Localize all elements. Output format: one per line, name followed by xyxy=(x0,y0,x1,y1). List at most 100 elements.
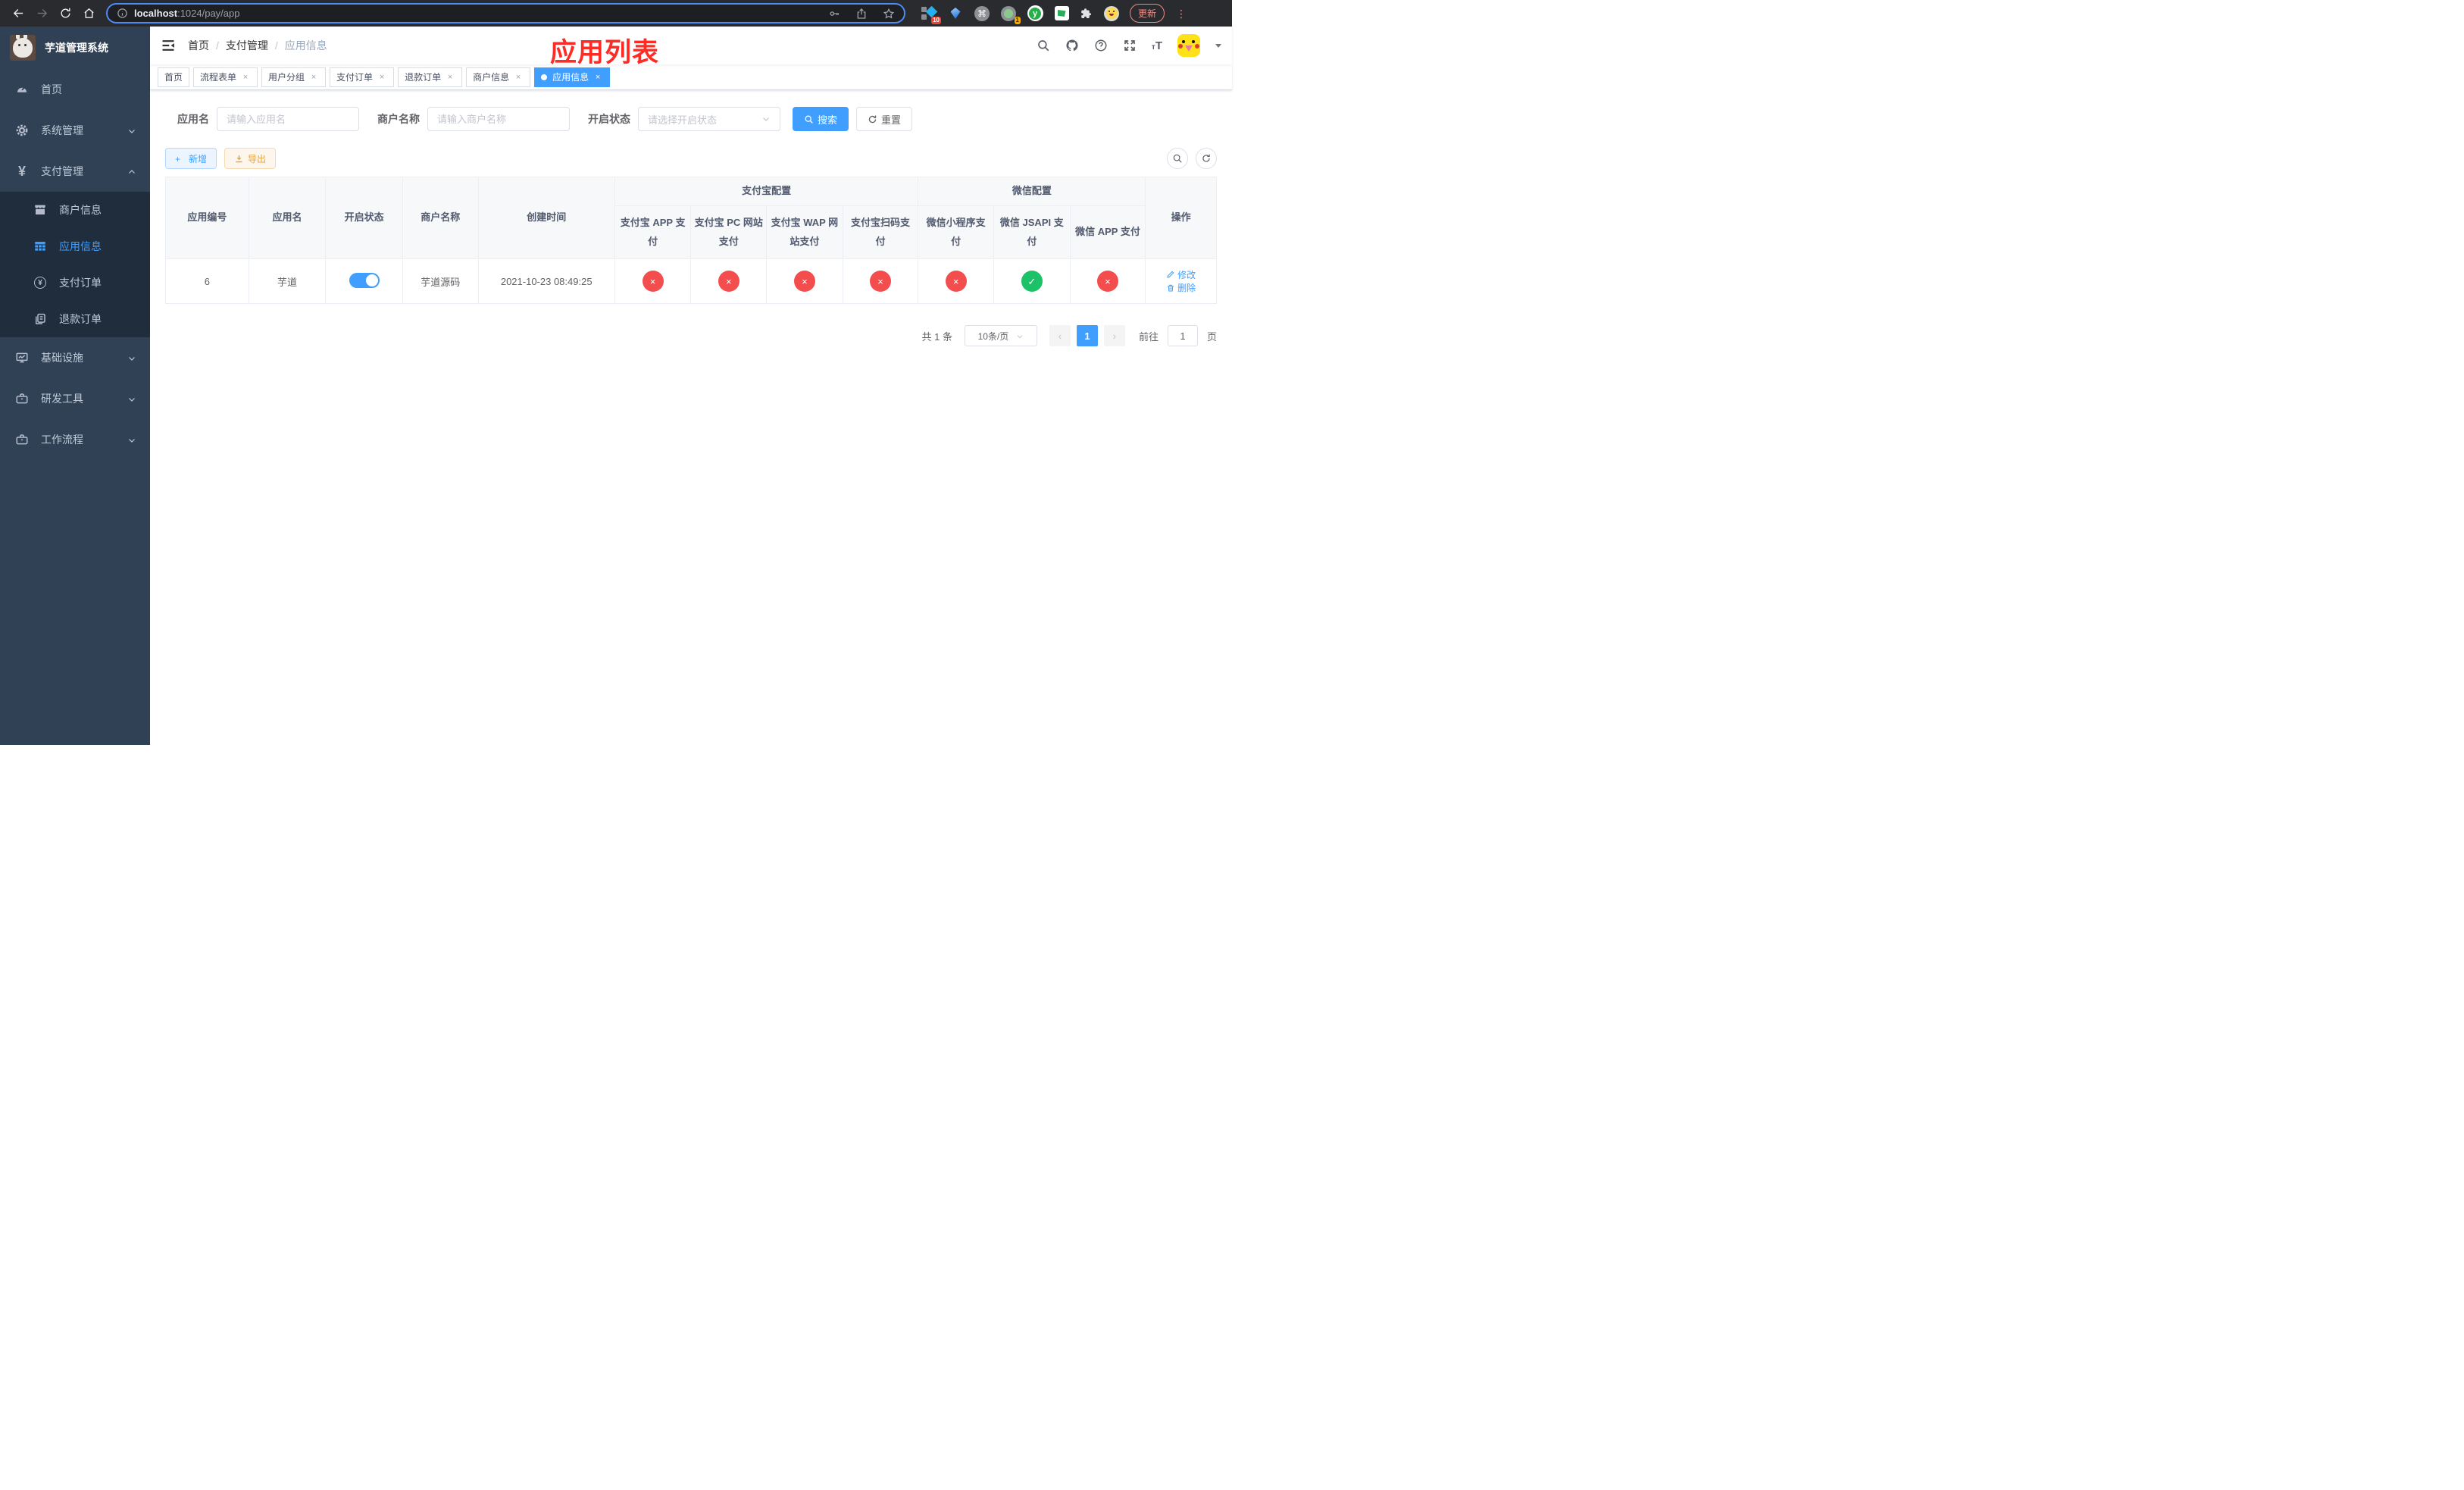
extensions-row: 10 ⌘ 1 y 更新 ⋮ xyxy=(921,4,1188,24)
update-button[interactable]: 更新 xyxy=(1130,4,1165,23)
app-logo[interactable]: 芋道管理系统 xyxy=(0,27,150,69)
breadcrumb-home[interactable]: 首页 xyxy=(188,38,209,53)
col-alipay-app: 支付宝 APP 支付 xyxy=(614,205,692,259)
export-button[interactable]: 导出 xyxy=(224,148,277,169)
sidebar-item-pay[interactable]: ¥ 支付管理 xyxy=(0,151,150,192)
close-icon[interactable]: × xyxy=(445,72,455,83)
toolbox-icon xyxy=(15,392,29,405)
next-page-button[interactable]: › xyxy=(1103,325,1125,346)
app-name-input[interactable] xyxy=(217,107,359,131)
tag-app-info[interactable]: 应用信息 × xyxy=(534,67,611,87)
site-info-icon[interactable] xyxy=(117,8,128,19)
extension-chat-icon[interactable] xyxy=(1053,5,1070,22)
address-bar[interactable]: localhost:1024/pay/app xyxy=(106,3,905,23)
enable-toggle[interactable] xyxy=(349,272,380,288)
forward-icon[interactable] xyxy=(36,7,48,20)
caret-down-icon[interactable] xyxy=(1215,43,1221,51)
status-badge-alipay-qr: × xyxy=(870,271,892,292)
sidebar-item-devtools[interactable]: 研发工具 xyxy=(0,378,150,419)
browser-profile-avatar[interactable] xyxy=(1103,5,1120,22)
close-icon[interactable]: × xyxy=(513,72,524,83)
sidebar-item-app-info[interactable]: 应用信息 xyxy=(0,228,150,265)
fullscreen-icon[interactable] xyxy=(1123,39,1137,52)
toggle-search-button[interactable] xyxy=(1167,148,1188,169)
table-row: 6 芋道 芋道源码 2021-10-23 08:49:25 × × × × × … xyxy=(165,258,1217,304)
home-icon[interactable] xyxy=(83,7,95,20)
app-title: 芋道管理系统 xyxy=(45,42,108,54)
sidebar-item-refund-order[interactable]: 退款订单 xyxy=(0,301,150,337)
user-avatar[interactable] xyxy=(1177,34,1200,57)
url-text[interactable]: localhost:1024/pay/app xyxy=(134,8,813,19)
monitor-chart-icon xyxy=(15,351,29,365)
tag-process-form[interactable]: 流程表单 × xyxy=(193,67,258,87)
extension-vue-icon[interactable]: y xyxy=(1027,5,1043,22)
delete-link[interactable]: 删除 xyxy=(1166,281,1196,294)
cell-actions: 修改 删除 xyxy=(1145,258,1217,304)
sidebar: 芋道管理系统 首页 系统管理 ¥ 支付管理 商户信息 应用信息 ¥ 支付订单 退… xyxy=(0,27,150,745)
chevron-down-icon xyxy=(127,435,136,444)
sidebar-item-workflow[interactable]: 工作流程 xyxy=(0,419,150,460)
app-table: 应用编号 应用名 开启状态 商户名称 创建时间 支付宝配置 微信配置 操作 支付… xyxy=(165,177,1217,304)
github-icon[interactable] xyxy=(1065,39,1079,52)
edit-icon xyxy=(1167,271,1174,278)
bookmark-star-icon[interactable] xyxy=(883,8,895,20)
fontsize-icon[interactable]: тT xyxy=(1152,40,1162,52)
password-key-icon[interactable] xyxy=(828,8,840,20)
refresh-table-button[interactable] xyxy=(1196,148,1217,169)
merchant-name-input[interactable] xyxy=(427,107,570,131)
menu-kebab-icon[interactable]: ⋮ xyxy=(1176,8,1187,19)
cell-app-name: 芋道 xyxy=(248,258,327,304)
tag-merchant-info[interactable]: 商户信息 × xyxy=(466,67,531,87)
search-icon[interactable] xyxy=(1037,39,1050,52)
edit-link[interactable]: 修改 xyxy=(1166,268,1196,281)
briefcase-icon xyxy=(15,433,29,446)
share-icon[interactable] xyxy=(855,8,868,20)
status-select[interactable]: 请选择开启状态 xyxy=(638,107,780,131)
extension-command-icon[interactable]: ⌘ xyxy=(974,5,990,22)
prev-page-button[interactable]: ‹ xyxy=(1049,325,1071,346)
extension-badge: 10 xyxy=(931,16,941,24)
extensions-puzzle-icon[interactable] xyxy=(1080,7,1093,20)
reload-icon[interactable] xyxy=(59,7,72,20)
hamburger-icon[interactable] xyxy=(161,38,176,53)
tag-refund-order[interactable]: 退款订单 × xyxy=(398,67,463,87)
tag-home[interactable]: 首页 xyxy=(158,67,190,87)
reset-button[interactable]: 重置 xyxy=(856,107,913,131)
table-toolbar: + 新增 导出 xyxy=(165,148,1217,169)
extension-recorder-icon[interactable]: 1 xyxy=(1000,5,1021,24)
sidebar-item-merchant-info[interactable]: 商户信息 xyxy=(0,192,150,228)
refresh-icon xyxy=(868,114,877,124)
sidebar-item-infra[interactable]: 基础设施 xyxy=(0,337,150,378)
sidebar-item-home[interactable]: 首页 xyxy=(0,69,150,110)
trash-icon xyxy=(1168,284,1174,291)
group-wechat-config: 微信配置 xyxy=(918,177,1146,206)
cell-merchant: 芋道源码 xyxy=(402,258,479,304)
close-icon[interactable]: × xyxy=(377,72,387,83)
search-icon xyxy=(804,114,814,124)
page-size-select[interactable]: 10条/页 xyxy=(964,325,1037,346)
page-suffix: 页 xyxy=(1206,330,1217,343)
tag-pay-order[interactable]: 支付订单 × xyxy=(330,67,395,87)
chevron-down-icon xyxy=(1016,332,1024,340)
extension-collection-icon[interactable]: 10 xyxy=(921,5,941,24)
browser-toolbar: localhost:1024/pay/app 10 ⌘ 1 y 更新 ⋮ xyxy=(0,0,1232,27)
sidebar-item-system[interactable]: 系统管理 xyxy=(0,110,150,151)
page-button-1[interactable]: 1 xyxy=(1076,325,1098,346)
logo-avatar xyxy=(10,35,36,61)
pay-submenu: 商户信息 应用信息 ¥ 支付订单 退款订单 xyxy=(0,192,150,337)
tag-user-group[interactable]: 用户分组 × xyxy=(261,67,327,87)
help-icon[interactable] xyxy=(1094,39,1108,52)
col-actions: 操作 xyxy=(1145,177,1217,259)
search-button[interactable]: 搜索 xyxy=(793,107,849,131)
goto-page-input[interactable] xyxy=(1167,325,1198,346)
sidebar-item-pay-order[interactable]: ¥ 支付订单 xyxy=(0,265,150,301)
breadcrumb-pay[interactable]: 支付管理 xyxy=(226,38,268,53)
close-icon[interactable]: × xyxy=(240,72,251,83)
extension-gem-icon[interactable] xyxy=(947,5,964,22)
cell-app-id: 6 xyxy=(165,258,249,304)
back-icon[interactable] xyxy=(12,7,25,20)
close-icon[interactable]: × xyxy=(593,72,603,83)
close-icon[interactable]: × xyxy=(308,72,319,83)
add-button[interactable]: + 新增 xyxy=(165,148,217,169)
top-navbar: 首页 / 支付管理 / 应用信息 тT xyxy=(150,27,1232,64)
